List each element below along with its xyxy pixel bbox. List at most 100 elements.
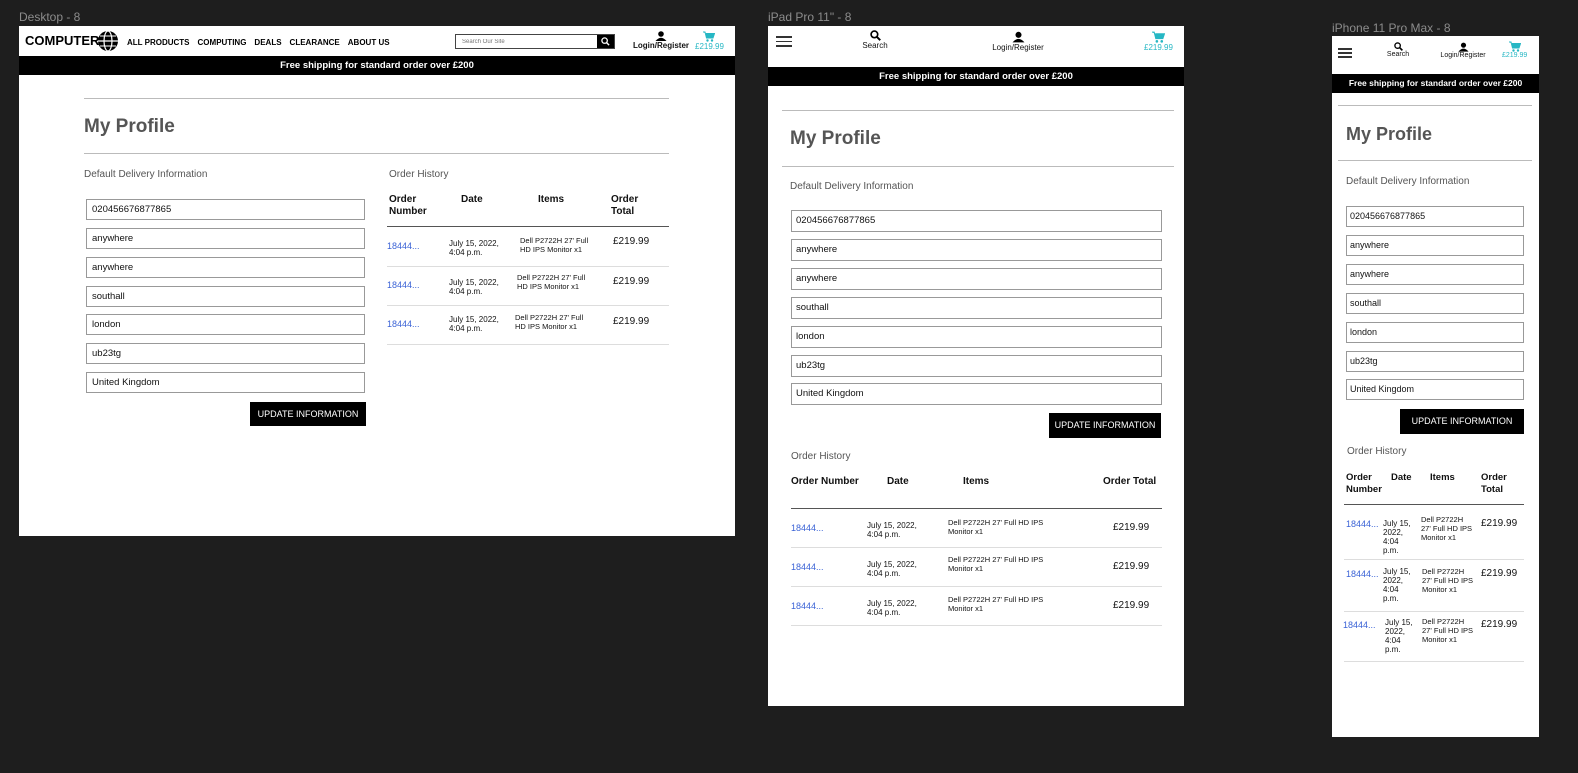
divider [1338,160,1532,161]
town-field[interactable]: southall [86,286,365,307]
city-field[interactable]: london [86,314,365,335]
divider [1338,105,1532,106]
shipping-banner: Free shipping for standard order over £2… [1332,74,1539,93]
order-total: £219.99 [1113,600,1150,611]
search-icon [601,37,610,46]
cart-button[interactable]: £219.99 [1502,41,1527,59]
col-date: Date [461,194,483,205]
login-register-link[interactable]: Login/Register [990,31,1046,52]
town-field[interactable]: southall [1346,293,1524,314]
order-total: £219.99 [613,236,650,247]
address-line1-field[interactable]: anywhere [791,239,1162,261]
user-icon [1012,31,1024,43]
address-line1-field[interactable]: anywhere [86,228,365,249]
country-field[interactable]: United Kingdom [791,383,1162,405]
phone-field[interactable]: 020456676877865 [86,199,365,220]
login-register-link[interactable]: Login/Register [633,31,689,50]
delivery-info-label: Default Delivery Information [1346,176,1470,187]
order-total: £219.99 [1481,568,1518,579]
update-information-button[interactable]: UPDATE INFORMATION [1400,409,1524,434]
city-field[interactable]: london [1346,322,1524,343]
search-input[interactable] [456,35,598,48]
search-icon [1393,42,1403,51]
site-header: Search Login/Register £219.99 [1332,36,1539,74]
order-items: Dell P2722H 27' Full HD IPS Monitor x1 [520,236,589,254]
col-order-total: Order Total [1103,476,1157,487]
order-number-link[interactable]: 18444... [791,601,824,611]
divider [84,153,669,154]
desktop-frame: COMPUTER ALL PRODUCTS COMPUTING DEALS CL… [19,26,735,536]
country-field[interactable]: United Kingdom [1346,379,1524,400]
country-field[interactable]: United Kingdom [86,372,365,393]
ipad-frame-label: iPad Pro 11" - 8 [768,10,852,24]
search-label: Search [1386,51,1410,58]
search-button[interactable] [597,35,614,48]
col-order-number: Order Number [389,194,427,217]
col-order-total: Order Total [611,194,639,217]
search-button[interactable]: Search [860,30,890,50]
ipad-frame: Search Login/Register £219.99 Free shipp… [768,26,1184,706]
site-logo[interactable]: COMPUTER [25,33,99,48]
order-number-link[interactable]: 18444... [387,319,420,329]
order-date: July 15, 2022, 4:04 p.m. [449,278,499,296]
col-order-number: Order Number [1346,472,1382,495]
nav-deals[interactable]: DEALS [254,38,281,47]
order-number-link[interactable]: 18444... [791,562,824,572]
postcode-field[interactable]: ub23tg [1346,351,1524,372]
user-icon [655,31,667,41]
hamburger-menu-icon[interactable] [1338,48,1352,60]
phone-field[interactable]: 020456676877865 [791,210,1162,232]
order-history-label: Order History [791,451,851,462]
hamburger-menu-icon[interactable] [776,36,792,50]
user-icon [1457,42,1469,52]
table-header-divider [1344,504,1524,505]
address-line2-field[interactable]: anywhere [791,268,1162,290]
nav-all-products[interactable]: ALL PRODUCTS [127,38,190,47]
city-field[interactable]: london [791,326,1162,348]
order-number-link[interactable]: 18444... [387,280,420,290]
page-title: My Profile [84,116,175,137]
login-register-label: Login/Register [633,41,690,50]
order-items: Dell P2722H 27' Full HD IPS Monitor x1 [948,555,1044,573]
order-number-link[interactable]: 18444... [1343,620,1376,630]
order-items: Dell P2722H 27' Full HD IPS Monitor x1 [948,518,1044,536]
phone-field[interactable]: 020456676877865 [1346,206,1524,227]
search-button[interactable]: Search [1384,42,1412,58]
cart-button[interactable]: £219.99 [1144,31,1173,52]
town-field[interactable]: southall [791,297,1162,319]
login-register-link[interactable]: Login/Register [1436,42,1490,59]
col-items: Items [1430,472,1455,483]
order-number-link[interactable]: 18444... [791,523,824,533]
order-date: July 15, 2022, 4:04 p.m. [867,599,917,617]
row-divider [1344,661,1524,662]
row-divider [387,266,669,267]
order-date: July 15, 2022, 4:04 p.m. [449,239,499,257]
address-line1-field[interactable]: anywhere [1346,235,1524,256]
nav-clearance[interactable]: CLEARANCE [290,38,340,47]
cart-button[interactable]: £219.99 [695,31,724,51]
postcode-field[interactable]: ub23tg [791,355,1162,377]
cart-total: £219.99 [695,42,724,51]
search-box [455,34,615,49]
update-information-button[interactable]: UPDATE INFORMATION [1049,413,1161,438]
order-items: Dell P2722H 27' Full HD IPS Monitor x1 [515,313,584,331]
order-number-link[interactable]: 18444... [1346,569,1379,579]
col-items: Items [538,194,565,205]
divider [782,110,1174,111]
nav-about-us[interactable]: ABOUT US [348,38,390,47]
order-number-link[interactable]: 18444... [1346,519,1379,529]
nav-computing[interactable]: COMPUTING [198,38,247,47]
order-date: July 15, 2022, 4:04 p.m. [867,521,917,539]
row-divider [387,344,669,345]
address-line2-field[interactable]: anywhere [86,257,365,278]
search-label: Search [862,41,888,50]
col-date: Date [887,476,909,487]
address-line2-field[interactable]: anywhere [1346,264,1524,285]
divider [84,98,669,99]
update-information-button[interactable]: UPDATE INFORMATION [250,402,366,426]
order-history-label: Order History [389,169,449,180]
order-date: July 15, 2022, 4:04 p.m. [1385,618,1413,654]
order-number-link[interactable]: 18444... [387,241,420,251]
postcode-field[interactable]: ub23tg [86,343,365,364]
order-items: Dell P2722H 27' Full HD IPS Monitor x1 [1422,617,1474,644]
